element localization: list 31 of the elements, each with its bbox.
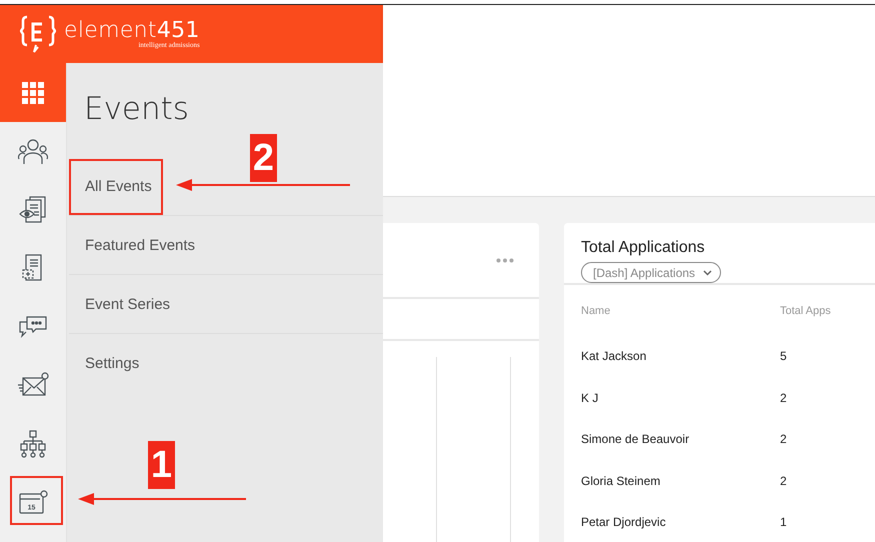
org-chart-icon[interactable] bbox=[19, 430, 47, 458]
flyout-menu-item[interactable]: Featured Events bbox=[85, 236, 196, 254]
report-dropdown[interactable]: [Dash] Applications bbox=[581, 262, 722, 283]
document-eye-icon[interactable] bbox=[18, 196, 48, 224]
people-icon[interactable] bbox=[18, 137, 48, 166]
table-cell: Petar Djordjevic bbox=[581, 515, 666, 529]
table-cell: 5 bbox=[780, 349, 787, 363]
table-cell: 2 bbox=[780, 432, 787, 446]
column-header: Total Apps bbox=[780, 305, 831, 317]
flyout-menu-item[interactable]: All Events bbox=[85, 178, 152, 194]
logo-icon bbox=[20, 14, 56, 54]
table-cell: Simone de Beauvoir bbox=[581, 432, 690, 446]
flyout-menu-item[interactable]: Event Series bbox=[85, 296, 170, 312]
table-cell: 1 bbox=[780, 515, 787, 529]
table-cell: Kat Jackson bbox=[581, 349, 646, 363]
highlight-frame bbox=[10, 476, 63, 525]
table-cell: Gloria Steinem bbox=[581, 474, 660, 488]
grid-icon[interactable] bbox=[22, 82, 44, 104]
table-cell: 2 bbox=[780, 390, 787, 404]
chat-icon[interactable] bbox=[18, 314, 48, 340]
step-number: 1 bbox=[148, 441, 175, 489]
flyout-menu-item[interactable]: Settings bbox=[85, 355, 140, 372]
flyout-title: Events bbox=[84, 91, 190, 127]
app-menu-button[interactable] bbox=[0, 63, 66, 122]
table-cell: 2 bbox=[780, 474, 787, 488]
table-cell: K J bbox=[581, 390, 598, 404]
column-header: Name bbox=[581, 305, 610, 317]
card-title: Total Applications bbox=[581, 239, 706, 257]
chevron-down-icon bbox=[703, 270, 712, 276]
step-number: 2 bbox=[250, 134, 277, 182]
brand-wordmark: element451 bbox=[64, 20, 200, 42]
